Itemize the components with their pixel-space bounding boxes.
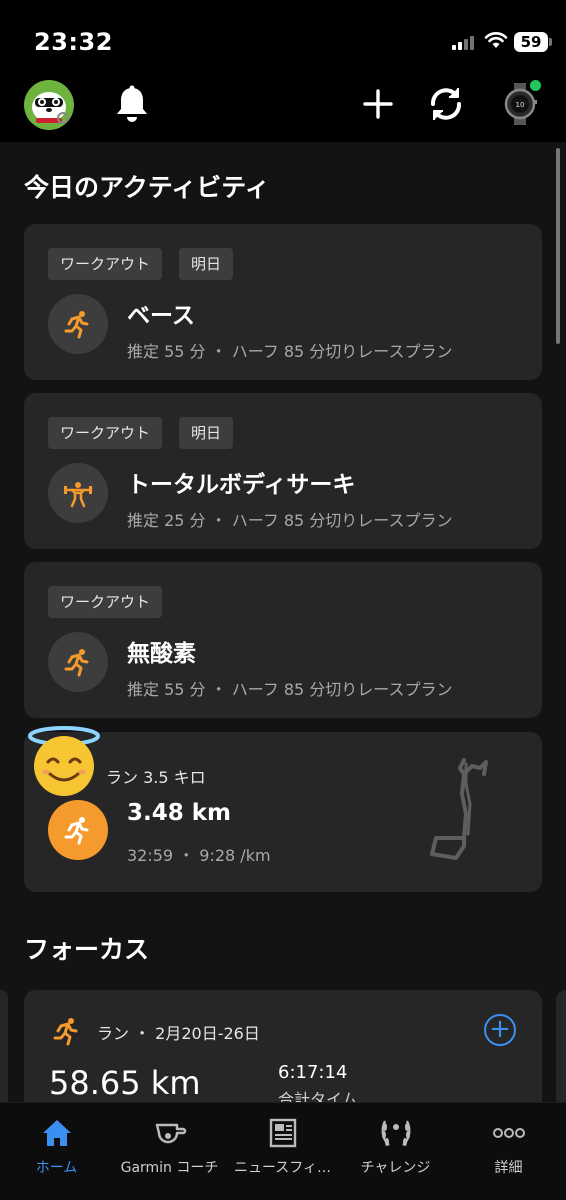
newspaper-icon: [226, 1117, 339, 1149]
more-icon: [452, 1117, 565, 1149]
running-icon: [53, 1018, 78, 1046]
nav-label: ニュースフィ…: [233, 1160, 332, 1176]
add-focus-button[interactable]: +: [484, 1014, 516, 1046]
app-header: 10: [0, 70, 566, 142]
activity-subtitle: 推定 55 分 ・ ハーフ 85 分切りレースプラン: [127, 680, 453, 699]
activity-title: 無酸素: [127, 641, 196, 667]
focus-distance: 58.65 km: [49, 1064, 201, 1102]
sync-icon[interactable]: [426, 84, 466, 124]
carousel-prev-card[interactable]: [0, 990, 8, 1102]
halo-emoji: [28, 726, 100, 796]
activity-subtitle: 推定 55 分 ・ ハーフ 85 分切りレースプラン: [127, 342, 453, 361]
running-icon: [48, 800, 108, 860]
tag-tomorrow: 明日: [179, 248, 234, 280]
activity-card-circuit[interactable]: ワークアウト 明日 トータルボディサーキ 推定 25 分 ・ ハーフ 85 分切…: [24, 393, 542, 549]
laurel-icon: [339, 1117, 452, 1149]
nav-label: Garmin コーチ: [120, 1160, 219, 1176]
activity-subtitle: 推定 25 分 ・ ハーフ 85 分切りレースプラン: [127, 511, 453, 530]
svg-text:10: 10: [516, 101, 525, 109]
route-map-thumbnail: [430, 758, 488, 860]
nav-newsfeed[interactable]: ニュースフィ…: [226, 1103, 339, 1200]
signal-icon: [452, 34, 476, 50]
run-title: ラン 3.5 キロ: [106, 768, 206, 787]
activity-title: ベース: [127, 303, 195, 329]
nav-more[interactable]: 詳細: [452, 1103, 565, 1200]
home-icon: [0, 1117, 113, 1149]
plus-icon[interactable]: [358, 84, 398, 124]
nav-label: ホーム: [35, 1160, 78, 1176]
focus-card-header: ラン ・ 2月20日-26日: [97, 1024, 260, 1043]
watch-status-dot: [530, 80, 541, 91]
section-title-focus: フォーカス: [24, 935, 150, 964]
activity-card-anaerobic[interactable]: ワークアウト 無酸素 推定 55 分 ・ ハーフ 85 分切りレースプラン: [24, 562, 542, 718]
scrollbar[interactable]: [556, 148, 560, 344]
battery-indicator: 59: [514, 32, 552, 52]
bottom-navigation: ホーム Garmin コーチ ニュースフィ… チャレンジ 詳細: [0, 1102, 566, 1200]
whistle-icon: [113, 1117, 226, 1149]
section-title-today: 今日のアクティビティ: [24, 173, 270, 202]
running-icon: [48, 632, 108, 692]
avatar[interactable]: [24, 80, 74, 130]
run-activity-card[interactable]: ラン 3.5 キロ 3.48 km 32:59 ・ 9:28 /km: [24, 726, 542, 892]
tag-workout: ワークアウト: [48, 417, 163, 449]
run-distance: 3.48 km: [127, 800, 232, 826]
tag-tomorrow: 明日: [179, 417, 234, 449]
nav-label: 詳細: [494, 1160, 523, 1176]
carousel-next-card[interactable]: [556, 990, 566, 1102]
strength-icon: [48, 463, 108, 523]
tag-workout: ワークアウト: [48, 248, 163, 280]
main-content[interactable]: 今日のアクティビティ ワークアウト 明日 ベース 推定 55 分 ・ ハーフ 8…: [0, 142, 566, 1102]
running-icon: [48, 294, 108, 354]
focus-card[interactable]: ラン ・ 2月20日-26日 + 58.65 km 6:17:14 合計タイム: [24, 990, 542, 1102]
nav-label: チャレンジ: [360, 1160, 431, 1176]
activity-title: トータルボディサーキ: [127, 472, 356, 498]
tag-workout: ワークアウト: [48, 586, 163, 618]
nav-home[interactable]: ホーム: [0, 1103, 113, 1200]
bell-icon[interactable]: [112, 84, 152, 124]
focus-total-time-label: 合計タイム: [278, 1090, 358, 1102]
status-bar: 23:32 59: [0, 0, 566, 80]
activity-card-base[interactable]: ワークアウト 明日 ベース 推定 55 分 ・ ハーフ 85 分切りレースプラン: [24, 224, 542, 380]
focus-total-time: 6:17:14: [278, 1062, 348, 1083]
run-detail: 32:59 ・ 9:28 /km: [127, 846, 271, 865]
nav-garmin-coach[interactable]: Garmin コーチ: [113, 1103, 226, 1200]
wifi-icon: [484, 32, 508, 48]
status-time: 23:32: [34, 28, 113, 56]
nav-challenge[interactable]: チャレンジ: [339, 1103, 452, 1200]
